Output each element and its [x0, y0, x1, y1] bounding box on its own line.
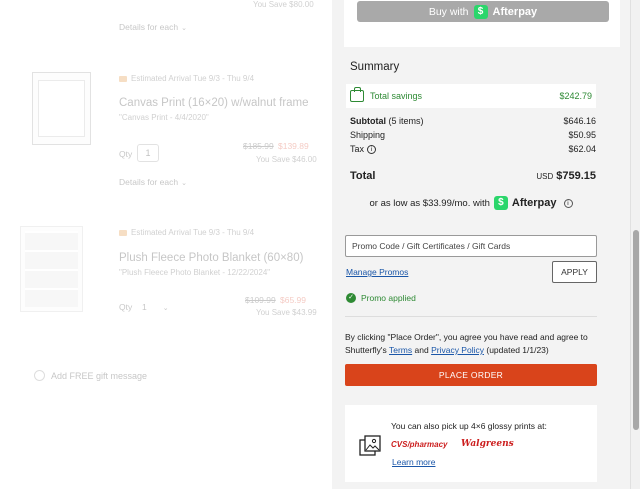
promo-code-input[interactable] — [345, 235, 597, 257]
tax-label: Tax — [350, 144, 365, 154]
item-title[interactable]: Canvas Print (16×20) w/walnut frame — [119, 97, 309, 109]
item-you-save: You Save $43.99 — [256, 308, 317, 317]
canvas-print-thumbnail[interactable] — [32, 72, 91, 145]
total-savings-row: Total savings $242.79 — [346, 84, 596, 108]
order-summary-panel: Buy with $ Afterpay Summary Total saving… — [332, 0, 630, 489]
gift-message-label[interactable]: Add FREE gift message — [51, 371, 147, 381]
item-subtitle: "Plush Fleece Photo Blanket - 12/22/2024… — [119, 268, 271, 277]
gift-message-radio[interactable] — [34, 370, 45, 381]
terms-and: and — [414, 345, 429, 355]
afterpay-prefix: Buy with — [428, 5, 469, 18]
pickup-text: You can also pick up 4×6 glossy prints a… — [391, 421, 547, 431]
item-you-save: You Save $80.00 — [253, 0, 314, 9]
qty-selector[interactable]: 1 ⌄ — [142, 302, 169, 312]
original-price: $109.99 — [245, 295, 276, 305]
qty-selector[interactable]: 1 — [137, 144, 159, 162]
scrollbar-thumb[interactable] — [633, 230, 639, 430]
shipping-value: $50.95 — [568, 130, 596, 140]
truck-icon — [119, 229, 127, 236]
sale-price: $139.89 — [278, 141, 309, 151]
tax-value: $62.04 — [568, 144, 596, 154]
promo-applied-status: ✓ Promo applied — [346, 293, 416, 303]
store-pickup-card: You can also pick up 4×6 glossy prints a… — [345, 405, 597, 482]
qty-label: Qty — [119, 302, 133, 312]
chevron-down-icon: ⌄ — [181, 25, 187, 32]
place-order-button[interactable]: PLACE ORDER — [345, 364, 597, 386]
photo-prints-icon — [359, 435, 381, 456]
chevron-down-icon: ⌄ — [181, 180, 187, 187]
afterpay-brand: Afterpay — [511, 197, 557, 209]
manage-promos-link[interactable]: Manage Promos — [346, 267, 408, 277]
total-value: $759.15 — [556, 170, 596, 182]
blanket-thumbnail[interactable] — [20, 226, 83, 312]
original-price: $185.99 — [243, 141, 274, 151]
afterpay-brand: Afterpay — [492, 5, 538, 18]
shipping-label: Shipping — [350, 130, 386, 140]
subtotal-row: Subtotal (5 items) $646.16 — [350, 116, 596, 126]
subtotal-label: Subtotal — [350, 116, 386, 126]
chevron-down-icon: ⌄ — [162, 305, 169, 312]
check-circle-icon: ✓ — [346, 293, 356, 303]
terms-link[interactable]: Terms — [389, 345, 412, 355]
delivery-estimate: Estimated Arrival Tue 9/3 - Thu 9/4 — [119, 228, 254, 237]
apply-promo-button[interactable]: APPLY — [552, 261, 597, 283]
cart-items-panel: You Save $80.00 Details for each ⌄ Estima… — [0, 0, 332, 489]
afterpay-installment: or as low as $33.99/mo. with $ Afterpay … — [345, 196, 597, 210]
afterpay-logo-icon: $ — [473, 4, 488, 19]
item-you-save: You Save $46.00 — [256, 155, 317, 164]
afterpay-logo-icon: $ — [493, 196, 508, 210]
details-toggle[interactable]: Details for each ⌄ — [119, 22, 187, 32]
info-icon[interactable]: i — [563, 198, 573, 208]
truck-icon — [119, 75, 127, 82]
walgreens-logo: Walgreens — [461, 439, 514, 449]
qty-label: Qty — [119, 149, 133, 159]
item-title[interactable]: Plush Fleece Photo Blanket (60×80) — [119, 252, 303, 264]
scrollbar[interactable] — [630, 0, 640, 489]
info-icon[interactable]: i — [367, 145, 377, 155]
subtotal-value: $646.16 — [563, 116, 596, 126]
sale-price: $65.99 — [280, 295, 306, 305]
terms-notice: By clicking "Place Order", you agree you… — [345, 331, 600, 357]
savings-bag-icon — [350, 87, 364, 102]
terms-suffix: (updated 1/1/23) — [486, 345, 549, 355]
tax-row: Tax i $62.04 — [350, 144, 596, 155]
privacy-policy-link[interactable]: Privacy Policy — [431, 345, 484, 355]
learn-more-link[interactable]: Learn more — [392, 457, 435, 467]
delivery-estimate: Estimated Arrival Tue 9/3 - Thu 9/4 — [119, 74, 254, 83]
cvs-pharmacy-logo: CVS/pharmacy — [391, 440, 448, 449]
total-row: Total USD $759.15 — [350, 170, 596, 182]
subtotal-items: (5 items) — [388, 116, 424, 126]
buy-with-afterpay-button[interactable]: Buy with $ Afterpay — [357, 1, 609, 22]
afterpay-card: Buy with $ Afterpay — [344, 0, 620, 47]
details-toggle[interactable]: Details for each ⌄ — [119, 177, 187, 187]
installment-text: or as low as $33.99/mo. with — [369, 197, 490, 209]
currency-label: USD — [536, 172, 554, 181]
item-subtitle: "Canvas Print - 4/4/2020" — [119, 113, 209, 122]
total-savings-value: $242.79 — [559, 91, 592, 101]
promo-applied-label: Promo applied — [361, 293, 416, 303]
total-savings-label: Total savings — [370, 91, 423, 101]
summary-title: Summary — [350, 61, 400, 73]
total-label: Total — [350, 170, 376, 182]
shipping-row: Shipping $50.95 — [350, 130, 596, 140]
divider — [345, 316, 597, 317]
